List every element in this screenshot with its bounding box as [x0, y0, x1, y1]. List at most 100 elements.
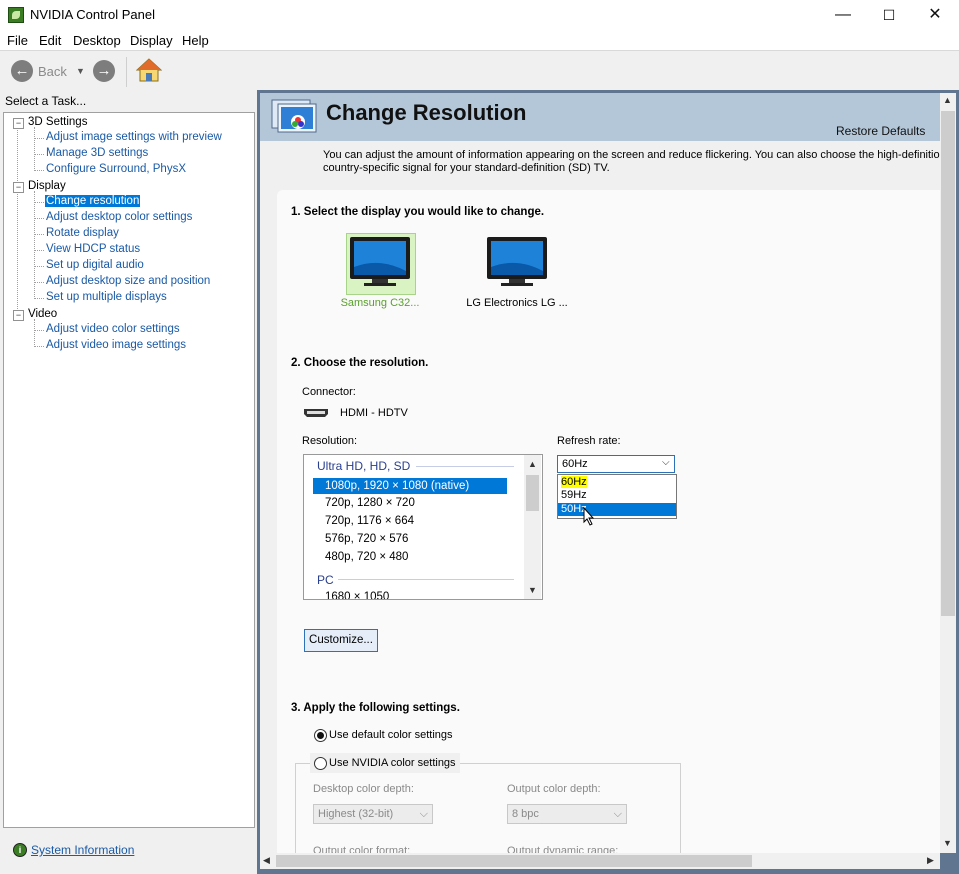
chevron-down-icon[interactable]: ⌵ [662, 457, 670, 468]
refresh-rate-dropdown[interactable]: 60Hz 59Hz 50Hz [557, 474, 677, 519]
monitor-icon[interactable] [487, 237, 547, 287]
scrollbar-thumb[interactable] [276, 855, 752, 867]
group-divider [416, 466, 514, 467]
back-arrow-icon[interactable]: ← [11, 60, 33, 82]
menu-edit[interactable]: Edit [39, 33, 61, 48]
resolution-option-pc-partial[interactable]: 1680 × 1050 [325, 591, 389, 599]
resolution-group-pc: PC [317, 573, 334, 587]
tree-connector [17, 127, 18, 315]
window-title: NVIDIA Control Panel [30, 7, 156, 22]
scroll-right-icon[interactable]: ▶ [927, 855, 934, 866]
desktop-color-depth-value: Highest (32-bit) [318, 808, 394, 820]
group-divider [338, 579, 514, 580]
minimize-button[interactable]: — [820, 0, 866, 30]
resolution-option-480p[interactable]: 480p, 720 × 480 [325, 551, 408, 563]
radio-nvidia-color-label[interactable]: Use NVIDIA color settings [329, 757, 456, 769]
page-description: You can adjust the amount of information… [323, 149, 940, 175]
mouse-cursor-icon [583, 507, 595, 526]
tree-item-multiple-displays[interactable]: Set up multiple displays [45, 291, 168, 303]
tree-item-digital-audio[interactable]: Set up digital audio [45, 259, 145, 271]
tree-item-adjust-image-settings[interactable]: Adjust image settings with preview [45, 131, 223, 143]
refresh-option-60hz-text: 60Hz [561, 476, 587, 488]
output-color-format-label: Output color format: [313, 845, 411, 853]
forward-arrow-icon[interactable]: → [93, 60, 115, 82]
scrollbar-thumb[interactable] [526, 475, 539, 511]
nvidia-app-icon [8, 7, 24, 23]
scrollbar-thumb[interactable] [941, 111, 955, 616]
tree-item-video-color[interactable]: Adjust video color settings [45, 323, 181, 335]
refresh-option-50hz[interactable]: 50Hz [558, 503, 676, 516]
menu-help[interactable]: Help [182, 33, 209, 48]
menu-desktop[interactable]: Desktop [73, 33, 121, 48]
tree-category-3d-settings[interactable]: 3D Settings [28, 116, 87, 128]
radio-default-color[interactable] [314, 729, 327, 742]
change-resolution-icon [271, 99, 317, 133]
tree-item-change-resolution[interactable]: Change resolution [45, 195, 141, 207]
radio-nvidia-color[interactable] [314, 757, 327, 770]
tree-category-video[interactable]: Video [28, 308, 57, 320]
radio-default-color-label[interactable]: Use default color settings [329, 729, 453, 741]
close-button[interactable]: ✕ [912, 0, 958, 30]
tree-item-rotate-display[interactable]: Rotate display [45, 227, 120, 239]
resolution-option-720p-1280[interactable]: 720p, 1280 × 720 [325, 497, 415, 509]
description-line-1: You can adjust the amount of information… [323, 149, 940, 161]
maximize-button[interactable]: ☐ [866, 0, 912, 30]
content-pane: Change Resolution Restore Defaults You c… [260, 93, 940, 853]
refresh-rate-label: Refresh rate: [557, 435, 621, 447]
tree-item-configure-surround[interactable]: Configure Surround, PhysX [45, 163, 187, 175]
system-information-icon: i [13, 843, 27, 857]
collapse-3d-settings-icon[interactable]: − [13, 118, 24, 129]
resolution-option-1080p[interactable]: 1080p, 1920 × 1080 (native) [313, 478, 507, 494]
scroll-up-icon[interactable]: ▲ [943, 95, 952, 105]
menu-display[interactable]: Display [130, 33, 173, 48]
back-button-label[interactable]: Back [38, 64, 67, 79]
display-label-lg[interactable]: LG Electronics LG ... [457, 297, 577, 309]
back-dropdown-icon[interactable]: ▼ [76, 66, 85, 76]
content-horizontal-scrollbar[interactable]: ◀ ▶ [260, 853, 940, 869]
desktop-color-depth-label: Desktop color depth: [313, 783, 414, 795]
display-label-samsung[interactable]: Samsung C32... [330, 297, 430, 309]
restore-defaults-link[interactable]: Restore Defaults [836, 124, 925, 138]
refresh-rate-current: 60Hz [562, 458, 588, 470]
scroll-down-icon[interactable]: ▼ [943, 838, 952, 848]
tree-connector [34, 319, 35, 347]
tree-category-display[interactable]: Display [28, 180, 66, 192]
resolution-list[interactable]: Ultra HD, HD, SD 1080p, 1920 × 1080 (nat… [303, 454, 543, 600]
output-dynamic-range-label: Output dynamic range: [507, 845, 619, 853]
scroll-up-icon[interactable]: ▲ [528, 459, 537, 469]
tree-item-desktop-size-position[interactable]: Adjust desktop size and position [45, 275, 211, 287]
resolution-group-hd: Ultra HD, HD, SD [317, 459, 411, 473]
chevron-down-icon: ⌵ [419, 808, 428, 820]
collapse-video-icon[interactable]: − [13, 310, 24, 321]
system-information-link[interactable]: System Information [31, 843, 134, 857]
tree-item-adjust-desktop-color[interactable]: Adjust desktop color settings [45, 211, 193, 223]
section-2-heading: 2. Choose the resolution. [291, 357, 429, 369]
chevron-down-icon: ⌵ [613, 808, 622, 820]
description-line-2: country-specific signal for your standar… [323, 162, 610, 174]
monitor-icon[interactable] [350, 237, 410, 287]
scroll-left-icon[interactable]: ◀ [263, 855, 270, 866]
menu-file[interactable]: File [7, 33, 28, 48]
customize-button[interactable]: Customize... [304, 629, 378, 652]
collapse-display-icon[interactable]: − [13, 182, 24, 193]
content-vertical-scrollbar[interactable]: ▲ ▼ [940, 93, 956, 853]
scroll-down-icon[interactable]: ▼ [528, 585, 537, 595]
page-title: Change Resolution [326, 100, 527, 125]
task-tree-panel: − 3D Settings Adjust image settings with… [3, 112, 255, 828]
refresh-rate-select[interactable]: 60Hz ⌵ [557, 455, 675, 473]
refresh-option-60hz[interactable]: 60Hz [558, 476, 676, 489]
tree-item-view-hdcp-status[interactable]: View HDCP status [45, 243, 141, 255]
resolution-option-576p[interactable]: 576p, 720 × 576 [325, 533, 408, 545]
tree-connector [34, 127, 35, 171]
home-icon[interactable] [136, 57, 162, 83]
section-3-heading: 3. Apply the following settings. [291, 702, 460, 714]
refresh-option-59hz[interactable]: 59Hz [558, 489, 676, 502]
tree-item-video-image[interactable]: Adjust video image settings [45, 339, 187, 351]
hdmi-connector-icon [304, 409, 328, 417]
connector-value: HDMI - HDTV [340, 407, 408, 419]
toolbar-divider [126, 57, 127, 87]
resolution-option-720p-1176[interactable]: 720p, 1176 × 664 [325, 515, 414, 527]
resolution-scrollbar[interactable]: ▲ ▼ [524, 455, 541, 599]
output-color-depth-value: 8 bpc [512, 808, 539, 820]
tree-item-manage-3d-settings[interactable]: Manage 3D settings [45, 147, 149, 159]
